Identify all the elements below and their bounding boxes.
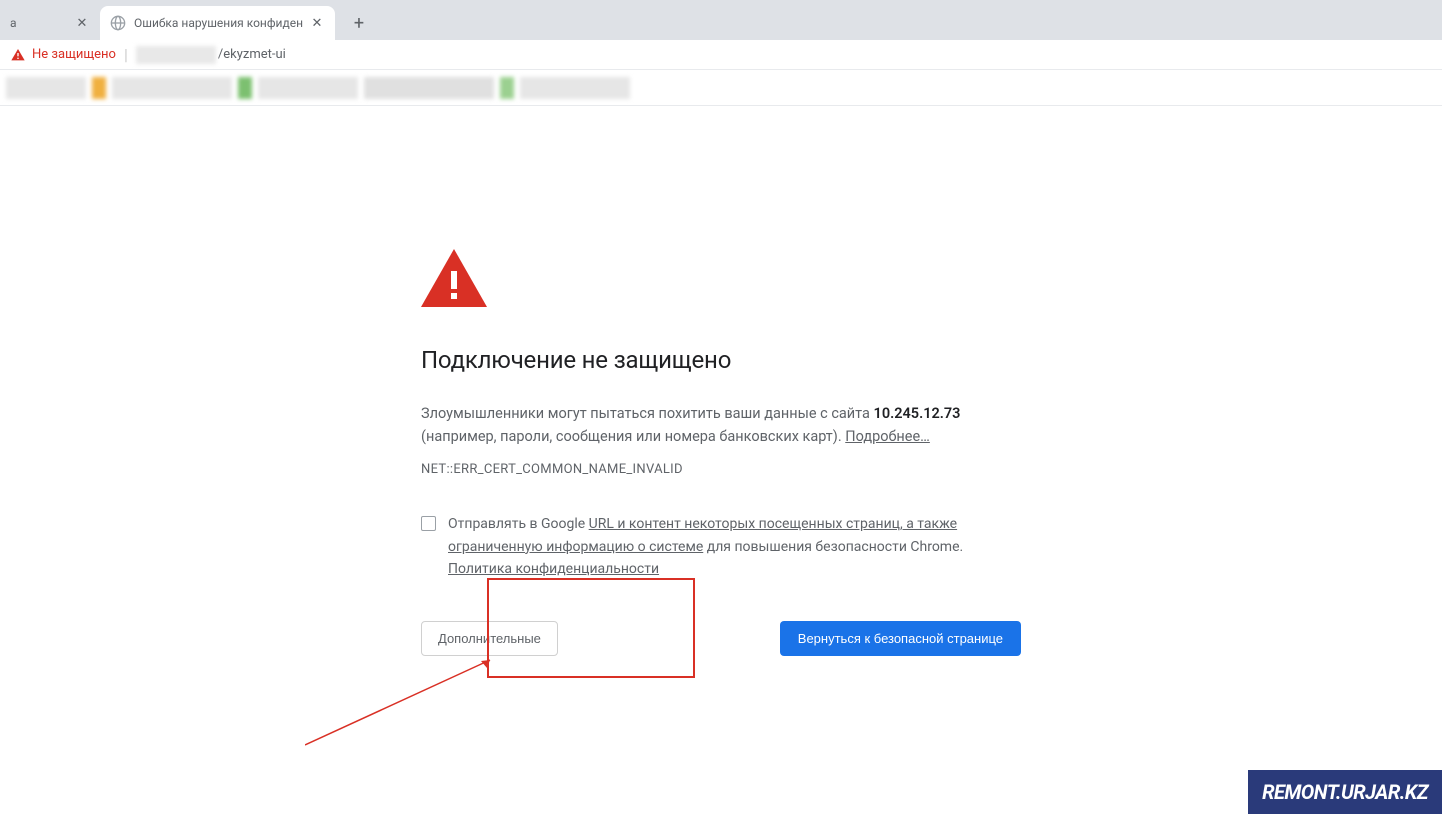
- new-tab-button[interactable]: +: [345, 9, 373, 37]
- warning-triangle-icon: [421, 249, 1021, 311]
- globe-icon: [110, 15, 126, 31]
- separator: |: [124, 45, 128, 64]
- advanced-button[interactable]: Дополнительные: [421, 621, 558, 656]
- url-host-blurred: [136, 46, 216, 64]
- tab-title: a: [10, 16, 68, 30]
- opt-in-prefix: Отправлять в Google: [448, 516, 589, 532]
- back-to-safety-button[interactable]: Вернуться к безопасной странице: [780, 621, 1021, 656]
- page-title: Подключение не защищено: [421, 346, 1021, 374]
- security-indicator[interactable]: Не защищено: [10, 47, 116, 63]
- bookmark-blur: [112, 77, 232, 99]
- browser-tab-active[interactable]: Ошибка нарушения конфиден ✕: [100, 6, 335, 40]
- close-icon[interactable]: ✕: [74, 15, 90, 31]
- bookmark-blur: [6, 77, 86, 99]
- bookmark-blur: [500, 77, 514, 99]
- security-text: Не защищено: [32, 47, 116, 62]
- privacy-policy-link[interactable]: Политика конфиденциальности: [448, 561, 659, 577]
- close-icon[interactable]: ✕: [309, 15, 325, 31]
- error-msg-text: (например, пароли, сообщения или номера …: [421, 428, 845, 445]
- error-code: NET::ERR_CERT_COMMON_NAME_INVALID: [421, 462, 1021, 477]
- browser-tab-inactive[interactable]: a ✕: [0, 6, 100, 40]
- bookmarks-bar: [0, 70, 1442, 106]
- opt-in-row: Отправлять в Google URL и контент некото…: [421, 513, 1021, 580]
- opt-in-middle: для повышения безопасности Chrome.: [703, 539, 963, 555]
- plus-icon: +: [354, 13, 364, 34]
- ssl-error-page: Подключение не защищено Злоумышленники м…: [421, 106, 1021, 656]
- bookmark-blur: [364, 77, 494, 99]
- opt-in-checkbox[interactable]: [421, 516, 436, 531]
- address-bar: Не защищено | /ekyzmet-ui: [0, 40, 1442, 70]
- button-row: Дополнительные Вернуться к безопасной ст…: [421, 621, 1021, 656]
- warning-triangle-icon: [10, 47, 26, 63]
- learn-more-link[interactable]: Подробнее…: [845, 428, 930, 445]
- url-path[interactable]: /ekyzmet-ui: [218, 47, 286, 62]
- bookmark-blur: [258, 77, 358, 99]
- error-host: 10.245.12.73: [874, 405, 961, 422]
- watermark-badge: REMONT.URJAR.KZ: [1248, 770, 1442, 814]
- tab-strip: a ✕ Ошибка нарушения конфиден ✕ +: [0, 0, 1442, 40]
- bookmark-blur: [238, 77, 252, 99]
- bookmark-blur: [92, 77, 106, 99]
- opt-in-text: Отправлять в Google URL и контент некото…: [448, 513, 1021, 580]
- tab-title: Ошибка нарушения конфиден: [134, 16, 303, 30]
- bookmark-blur: [520, 77, 630, 99]
- error-msg-text: Злоумышленники могут пытаться похитить в…: [421, 405, 874, 422]
- error-message: Злоумышленники могут пытаться похитить в…: [421, 402, 1021, 448]
- annotation-arrow: [305, 655, 505, 755]
